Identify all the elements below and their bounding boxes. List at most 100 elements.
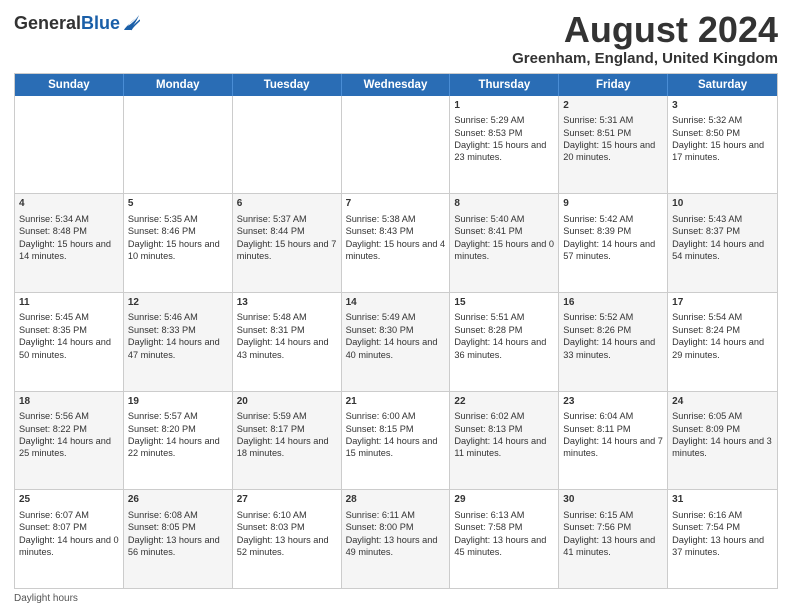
header-day-monday: Monday [124, 74, 233, 96]
day-info: Daylight: 15 hours and 7 minutes. [237, 238, 337, 263]
calendar-cell-7: 7Sunrise: 5:38 AMSunset: 8:43 PMDaylight… [342, 194, 451, 292]
day-info: Sunset: 8:46 PM [128, 225, 228, 237]
day-info: Sunrise: 6:15 AM [563, 509, 663, 521]
day-number: 30 [563, 493, 663, 507]
day-number: 25 [19, 493, 119, 507]
day-number: 29 [454, 493, 554, 507]
day-number: 22 [454, 395, 554, 409]
day-info: Sunset: 7:56 PM [563, 521, 663, 533]
calendar-cell-6: 6Sunrise: 5:37 AMSunset: 8:44 PMDaylight… [233, 194, 342, 292]
day-info: Sunset: 8:30 PM [346, 324, 446, 336]
logo-general: General [14, 13, 81, 33]
logo: GeneralBlue [14, 14, 140, 34]
day-number: 23 [563, 395, 663, 409]
day-info: Daylight: 14 hours and 22 minutes. [128, 435, 228, 460]
logo-blue: Blue [81, 13, 120, 33]
day-info: Sunset: 8:33 PM [128, 324, 228, 336]
logo-text: GeneralBlue [14, 14, 120, 34]
day-info: Daylight: 14 hours and 7 minutes. [563, 435, 663, 460]
day-info: Sunrise: 5:46 AM [128, 311, 228, 323]
day-number: 18 [19, 395, 119, 409]
day-info: Sunset: 8:44 PM [237, 225, 337, 237]
day-info: Daylight: 14 hours and 36 minutes. [454, 336, 554, 361]
header: GeneralBlue August 2024 Greenham, Englan… [14, 10, 778, 67]
calendar-cell-22: 22Sunrise: 6:02 AMSunset: 8:13 PMDayligh… [450, 392, 559, 490]
day-info: Sunset: 8:03 PM [237, 521, 337, 533]
day-info: Daylight: 14 hours and 11 minutes. [454, 435, 554, 460]
month-title: August 2024 [512, 10, 778, 50]
calendar-cell-empty-3 [342, 96, 451, 194]
title-area: August 2024 Greenham, England, United Ki… [512, 10, 778, 67]
day-number: 19 [128, 395, 228, 409]
day-info: Sunrise: 5:59 AM [237, 410, 337, 422]
day-info: Sunset: 8:43 PM [346, 225, 446, 237]
day-info: Sunset: 8:13 PM [454, 423, 554, 435]
calendar-cell-29: 29Sunrise: 6:13 AMSunset: 7:58 PMDayligh… [450, 490, 559, 588]
calendar-cell-empty-2 [233, 96, 342, 194]
calendar-cell-19: 19Sunrise: 5:57 AMSunset: 8:20 PMDayligh… [124, 392, 233, 490]
day-info: Daylight: 13 hours and 45 minutes. [454, 534, 554, 559]
day-number: 21 [346, 395, 446, 409]
day-info: Sunrise: 6:04 AM [563, 410, 663, 422]
day-number: 7 [346, 197, 446, 211]
day-info: Sunrise: 5:45 AM [19, 311, 119, 323]
day-info: Daylight: 13 hours and 41 minutes. [563, 534, 663, 559]
day-info: Sunset: 8:00 PM [346, 521, 446, 533]
day-info: Sunset: 7:54 PM [672, 521, 773, 533]
location: Greenham, England, United Kingdom [512, 50, 778, 67]
day-info: Daylight: 14 hours and 43 minutes. [237, 336, 337, 361]
calendar-cell-17: 17Sunrise: 5:54 AMSunset: 8:24 PMDayligh… [668, 293, 777, 391]
calendar-cell-8: 8Sunrise: 5:40 AMSunset: 8:41 PMDaylight… [450, 194, 559, 292]
day-number: 17 [672, 296, 773, 310]
calendar-cell-24: 24Sunrise: 6:05 AMSunset: 8:09 PMDayligh… [668, 392, 777, 490]
day-info: Daylight: 14 hours and 40 minutes. [346, 336, 446, 361]
calendar-cell-4: 4Sunrise: 5:34 AMSunset: 8:48 PMDaylight… [15, 194, 124, 292]
day-info: Sunset: 8:20 PM [128, 423, 228, 435]
day-info: Daylight: 15 hours and 10 minutes. [128, 238, 228, 263]
calendar-cell-30: 30 Sunrise: 6:15 AMSunset: 7:56 PMDayligh… [559, 490, 668, 588]
day-info: Sunset: 8:11 PM [563, 423, 663, 435]
day-number: 12 [128, 296, 228, 310]
day-info: Daylight: 14 hours and 15 minutes. [346, 435, 446, 460]
day-info: Daylight: 13 hours and 56 minutes. [128, 534, 228, 559]
day-info: Daylight: 14 hours and 25 minutes. [19, 435, 119, 460]
footer-note: Daylight hours [14, 593, 778, 604]
header-day-sunday: Sunday [15, 74, 124, 96]
day-info: Sunrise: 5:43 AM [672, 213, 773, 225]
calendar-cell-5: 5Sunrise: 5:35 AMSunset: 8:46 PMDaylight… [124, 194, 233, 292]
calendar-cell-26: 26Sunrise: 6:08 AMSunset: 8:05 PMDayligh… [124, 490, 233, 588]
calendar-cell-12: 12Sunrise: 5:46 AMSunset: 8:33 PMDayligh… [124, 293, 233, 391]
day-info: Daylight: 14 hours and 47 minutes. [128, 336, 228, 361]
day-info: Sunrise: 6:02 AM [454, 410, 554, 422]
day-info: Sunrise: 5:35 AM [128, 213, 228, 225]
day-info: Sunset: 8:41 PM [454, 225, 554, 237]
day-info: Daylight: 13 hours and 37 minutes. [672, 534, 773, 559]
calendar-cell-18: 18Sunrise: 5:56 AMSunset: 8:22 PMDayligh… [15, 392, 124, 490]
day-info: Sunrise: 5:56 AM [19, 410, 119, 422]
day-info: Sunrise: 5:57 AM [128, 410, 228, 422]
calendar-cell-25: 25Sunrise: 6:07 AMSunset: 8:07 PMDayligh… [15, 490, 124, 588]
day-number: 31 [672, 493, 773, 507]
page: GeneralBlue August 2024 Greenham, Englan… [0, 0, 792, 612]
day-info: Sunrise: 6:05 AM [672, 410, 773, 422]
day-info: Sunset: 8:05 PM [128, 521, 228, 533]
calendar-cell-21: 21Sunrise: 6:00 AMSunset: 8:15 PMDayligh… [342, 392, 451, 490]
day-info: Sunrise: 5:34 AM [19, 213, 119, 225]
calendar-cell-31: 31Sunrise: 6:16 AMSunset: 7:54 PMDayligh… [668, 490, 777, 588]
day-info: Sunrise: 5:52 AM [563, 311, 663, 323]
day-info: Sunrise: 5:32 AM [672, 114, 773, 126]
day-info: Sunrise: 5:48 AM [237, 311, 337, 323]
day-info: Sunset: 7:58 PM [454, 521, 554, 533]
header-day-wednesday: Wednesday [342, 74, 451, 96]
calendar-cell-empty-0 [15, 96, 124, 194]
calendar-cell-3: 3Sunrise: 5:32 AMSunset: 8:50 PMDaylight… [668, 96, 777, 194]
calendar-cell-16: 16Sunrise: 5:52 AMSunset: 8:26 PMDayligh… [559, 293, 668, 391]
day-number: 26 [128, 493, 228, 507]
day-info: Daylight: 15 hours and 4 minutes. [346, 238, 446, 263]
day-number: 27 [237, 493, 337, 507]
calendar-body: 1Sunrise: 5:29 AMSunset: 8:53 PMDaylight… [15, 96, 777, 588]
calendar-cell-20: 20Sunrise: 5:59 AMSunset: 8:17 PMDayligh… [233, 392, 342, 490]
day-number: 16 [563, 296, 663, 310]
day-info: Sunrise: 6:07 AM [19, 509, 119, 521]
calendar-header: SundayMondayTuesdayWednesdayThursdayFrid… [15, 74, 777, 96]
